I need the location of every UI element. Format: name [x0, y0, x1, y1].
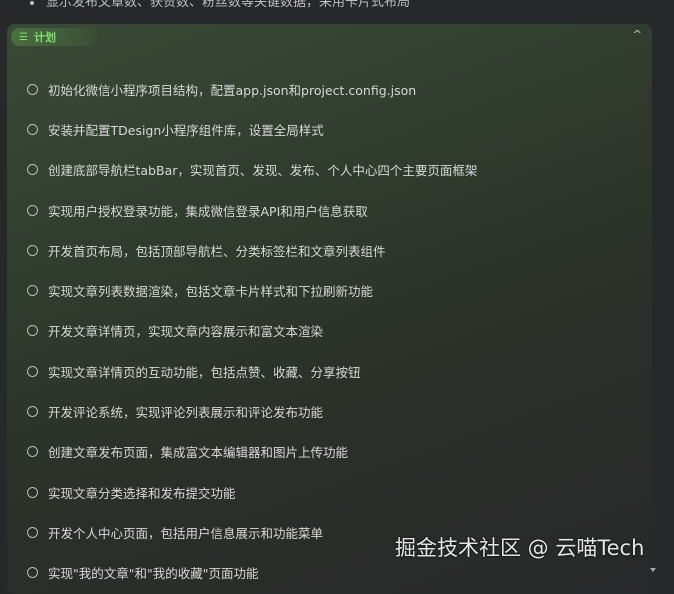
- plan-title: 计划: [33, 31, 56, 44]
- checkbox-circle-icon[interactable]: [27, 486, 38, 498]
- scroll-down-icon[interactable]: [650, 568, 656, 572]
- plan-item-text: 创建底部导航栏tabBar，实现首页、发现、发布、个人中心四个主要页面框架: [48, 163, 478, 179]
- checkbox-circle-icon[interactable]: [27, 526, 38, 538]
- checkbox-circle-icon[interactable]: [27, 325, 38, 337]
- plan-item-text: 实现用户授权登录功能，集成微信登录API和用户信息获取: [48, 203, 368, 219]
- plan-item: 实现文章列表数据渲染，包括文章卡片样式和下拉刷新功能: [27, 270, 477, 310]
- plan-item: 初始化微信小程序项目结构，配置app.json和project.config.j…: [27, 69, 477, 109]
- plan-item: 实现用户授权登录功能，集成微信登录API和用户信息获取: [27, 190, 477, 230]
- plan-item: 实现文章详情页的互动功能，包括点赞、收藏、分享按钮: [27, 351, 477, 391]
- plan-item-text: 创建文章发布页面，集成富文本编辑器和图片上传功能: [48, 445, 349, 461]
- checkbox-circle-icon[interactable]: [27, 365, 38, 377]
- plan-item: 开发首页布局，包括顶部导航栏、分类标签栏和文章列表组件: [27, 230, 477, 270]
- plan-item-text: 实现文章详情页的互动功能，包括点赞、收藏、分享按钮: [48, 364, 361, 380]
- plan-item: 创建底部导航栏tabBar，实现首页、发现、发布、个人中心四个主要页面框架: [27, 150, 477, 190]
- plan-item: 实现文章分类选择和发布提交功能: [27, 472, 477, 512]
- plan-item: 安装并配置TDesign小程序组件库，设置全局样式: [27, 109, 477, 149]
- plan-item-text: 安装并配置TDesign小程序组件库，设置全局样式: [48, 122, 324, 138]
- plan-list: 初始化微信小程序项目结构，配置app.json和project.config.j…: [27, 69, 477, 593]
- bullet-icon: [30, 0, 34, 5]
- plan-item: 创建文章发布页面，集成富文本编辑器和图片上传功能: [27, 432, 477, 472]
- plan-item: 开发评论系统，实现评论列表展示和评论发布功能: [27, 391, 477, 431]
- plan-item-text: 实现"我的文章"和"我的收藏"页面功能: [48, 566, 259, 582]
- plan-item: 开发文章详情页，实现文章内容展示和富文本渲染: [27, 311, 477, 351]
- plan-item-text: 开发个人中心页面，包括用户信息展示和功能菜单: [48, 525, 324, 541]
- plan-card: ☰ 计划 ^ 初始化微信小程序项目结构，配置app.json和project.co…: [7, 24, 652, 594]
- checkbox-circle-icon[interactable]: [27, 123, 38, 135]
- checkbox-circle-icon[interactable]: [27, 83, 38, 95]
- plan-item-text: 实现文章分类选择和发布提交功能: [48, 485, 236, 501]
- checkbox-circle-icon[interactable]: [27, 406, 38, 418]
- plan-item-text: 开发评论系统，实现评论列表展示和评论发布功能: [48, 405, 324, 421]
- plan-item-text: 开发文章详情页，实现文章内容展示和富文本渲染: [48, 324, 324, 340]
- plan-item-text: 开发首页布局，包括顶部导航栏、分类标签栏和文章列表组件: [48, 243, 386, 259]
- checkbox-circle-icon[interactable]: [27, 204, 38, 216]
- chevron-up-icon[interactable]: ^: [633, 28, 642, 41]
- watermark: 掘金技术社区 @ 云喵Tech: [395, 536, 645, 560]
- checkbox-circle-icon[interactable]: [27, 164, 38, 176]
- checkbox-circle-icon[interactable]: [27, 446, 38, 458]
- plan-item-text: 实现文章列表数据渲染，包括文章卡片样式和下拉刷新功能: [48, 284, 374, 300]
- checkbox-circle-icon[interactable]: [27, 244, 38, 256]
- list-icon: ☰: [19, 31, 28, 43]
- plan-item-text: 初始化微信小程序项目结构，配置app.json和project.config.j…: [48, 82, 417, 98]
- checkbox-circle-icon[interactable]: [27, 285, 38, 297]
- plan-badge: ☰ 计划: [11, 28, 99, 46]
- previous-bullet-item: 显示发布文章数、获赞数、粉丝数等关键数据，采用卡片式布局: [30, 0, 410, 10]
